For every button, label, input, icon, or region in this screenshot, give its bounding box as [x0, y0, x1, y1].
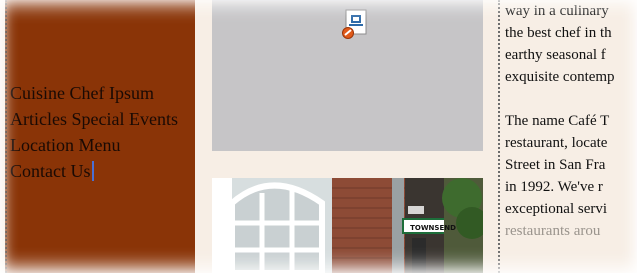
text-line: Street in San Fra [505, 157, 606, 173]
text-cursor [91, 161, 94, 181]
nav-link-ipsum[interactable]: Ipsum [109, 83, 154, 103]
text-line: way in a culinary [505, 3, 609, 19]
body-text-column[interactable]: way in a culinary the best chef in th ea… [498, 0, 637, 273]
design-canvas: Cuisine Chef Ipsum Articles Special Even… [0, 0, 637, 273]
paragraph-about: The name Café T restaurant, locate Stree… [505, 110, 637, 242]
text-line: the best chef in th [505, 25, 612, 41]
storefront-photo: TOWNSEND [212, 178, 483, 273]
text-line: exceptional servi [505, 201, 608, 217]
text-line: restaurant, locate [505, 135, 608, 151]
nav-row: Contact Us [10, 158, 196, 184]
nav-link-special-events[interactable]: Special Events [71, 109, 177, 129]
left-sidebar: Cuisine Chef Ipsum Articles Special Even… [5, 0, 195, 273]
nav-link-chef[interactable]: Chef [70, 83, 105, 103]
nav-link-menu[interactable]: Menu [78, 135, 120, 155]
nav-link-contact-us[interactable]: Contact Us [10, 161, 91, 181]
nav-menu: Cuisine Chef Ipsum Articles Special Even… [10, 80, 196, 184]
nav-link-location[interactable]: Location [10, 135, 74, 155]
paragraph-intro: way in a culinary the best chef in th ea… [505, 0, 637, 88]
plugin-placeholder-icon[interactable] [342, 9, 368, 39]
plugin-placeholder[interactable] [212, 0, 483, 151]
text-line: The name Café T [505, 113, 610, 129]
nav-link-articles[interactable]: Articles [10, 109, 67, 129]
nav-row: Location Menu [10, 132, 196, 158]
nav-row: Cuisine Chef Ipsum [10, 80, 196, 106]
nav-link-cuisine[interactable]: Cuisine [10, 83, 65, 103]
photo-art: TOWNSEND [212, 178, 483, 273]
nav-row: Articles Special Events [10, 106, 196, 132]
text-line: in 1992. We've r [505, 179, 603, 195]
text-line: restaurants arou [505, 223, 601, 239]
text-line: earthy seasonal f [505, 47, 606, 63]
street-sign-text: TOWNSEND [410, 224, 456, 232]
text-line: exquisite contemp [505, 69, 615, 85]
